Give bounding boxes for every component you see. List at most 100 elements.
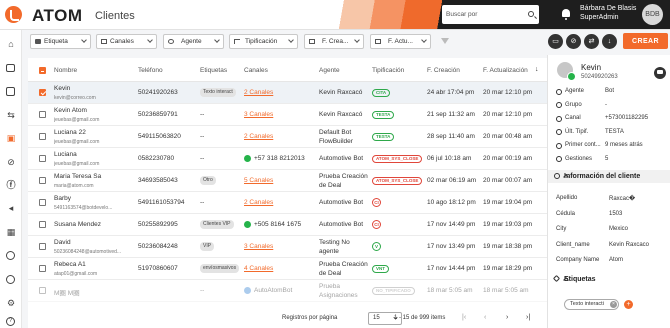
contact-phone: 0582230780: [138, 155, 175, 162]
first-page-icon[interactable]: |‹: [462, 314, 466, 321]
table-row[interactable]: Kevin kevin@correo.com 50241920263 Texto in…: [28, 82, 547, 104]
updated-date: 20 mar 00:19 am: [483, 155, 533, 162]
contact-channels[interactable]: 3 Canales: [244, 243, 314, 250]
table-row[interactable]: Luciana jeuebas@gmail.com 0582230780 -- +57 …: [28, 148, 547, 170]
last-page-icon[interactable]: ›|: [526, 314, 530, 321]
contact-channels[interactable]: 3 Canales: [244, 111, 314, 118]
search-input[interactable]: [446, 8, 524, 21]
contact-agent: Kevin Raxcacó: [319, 89, 363, 96]
contact-name: Luciana 22: [54, 129, 86, 136]
contact-phone: 549115063820: [138, 133, 181, 140]
filter-etiqueta[interactable]: Etiqueta: [30, 34, 91, 49]
col-telefono[interactable]: Teléfono: [138, 67, 163, 74]
table-row[interactable]: Susana Mendez 50255892995 Clientes VIP +505…: [28, 214, 547, 236]
help-icon[interactable]: ?: [6, 317, 15, 326]
contact-channels: +505 8164 1675: [254, 221, 302, 228]
sort-desc-icon[interactable]: ↓: [535, 66, 539, 73]
contact-email: jeuebas@gmail.com: [54, 139, 100, 145]
next-page-icon[interactable]: ›: [506, 314, 508, 321]
clock-icon[interactable]: [6, 275, 15, 284]
row-checkbox[interactable]: [39, 265, 46, 272]
contact-name: Kevin Atom: [54, 107, 87, 114]
field-value: 9 meses atrás: [605, 142, 643, 148]
table-row[interactable]: Rebeca A1 atap01@gmail.com 51970860607 enví…: [28, 258, 547, 280]
search-box[interactable]: [442, 5, 539, 24]
apps-icon[interactable]: ▦: [6, 227, 16, 237]
contact-phone: 5491161053794: [138, 199, 185, 206]
row-checkbox[interactable]: [39, 133, 46, 140]
contact-agent-line2: de Deal: [319, 270, 342, 277]
info-value: Mexico: [609, 226, 629, 232]
chat-bubble-button[interactable]: ▭: [548, 34, 563, 49]
contact-channels[interactable]: 5 Canales: [244, 177, 314, 184]
home-icon[interactable]: ⌂: [6, 39, 16, 49]
contact-channels[interactable]: 2 Canales: [244, 89, 314, 96]
row-checkbox[interactable]: [39, 243, 46, 250]
col-canales[interactable]: Canales: [244, 67, 268, 74]
sync-icon[interactable]: ⇆: [6, 110, 16, 120]
field-label: Primer cont...: [565, 142, 601, 148]
create-button[interactable]: CREAR: [623, 33, 668, 49]
table-row[interactable]: Luciana 22 jeuebas@gmail.com 549115063820 -…: [28, 126, 547, 148]
created-date: 06 jul 10:18 am: [427, 155, 472, 162]
chat-icon[interactable]: [6, 64, 15, 72]
col-nombre[interactable]: Nombre: [54, 67, 77, 74]
col-etiquetas[interactable]: Etiquetas: [200, 67, 227, 74]
col-f-actualizacion[interactable]: F. Actualización: [483, 67, 528, 74]
updated-date: 20 mar 12:10 pm: [483, 111, 533, 118]
prev-page-icon[interactable]: ‹: [484, 314, 486, 321]
contact-agent-line2: agente: [319, 248, 339, 255]
facebook-icon[interactable]: ⓕ: [6, 180, 16, 190]
row-checkbox[interactable]: [39, 111, 46, 118]
block-user-button[interactable]: ⊘: [566, 34, 581, 49]
remove-tag-icon[interactable]: ×: [610, 301, 617, 308]
logo-icon[interactable]: [5, 6, 22, 23]
col-tipificacion[interactable]: Tipificación: [372, 67, 404, 74]
contact-phone: 50255892995: [138, 221, 178, 228]
filter-f-actualizacion-label: F. Actu...: [388, 38, 413, 45]
table-row[interactable]: David 50236084248@automotived... 502360842…: [28, 236, 547, 258]
contact-channels[interactable]: 2 Canales: [244, 199, 314, 206]
col-agente[interactable]: Agente: [319, 67, 340, 74]
transfer-button[interactable]: ⇄: [584, 34, 599, 49]
col-f-creacion[interactable]: F. Creación: [427, 67, 460, 74]
updated-date: 19 mar 19:03 pm: [483, 221, 533, 228]
download-button[interactable]: ↓: [602, 34, 617, 49]
contact-channels[interactable]: 2 Canales: [244, 133, 314, 140]
table-row[interactable]: Barby 5491163574@botdevelo... 549116105379…: [28, 192, 547, 214]
contact-channels[interactable]: 4 Canales: [244, 265, 314, 272]
row-checkbox[interactable]: [39, 89, 46, 96]
funnel-icon[interactable]: [441, 38, 449, 44]
table-row[interactable]: Kevin Atom jeuebas@gmail.com 50236859791 --…: [28, 104, 547, 126]
add-tag-button[interactable]: +: [624, 300, 633, 309]
row-checkbox[interactable]: [39, 177, 46, 184]
select-all-checkbox[interactable]: [39, 67, 46, 74]
megaphone-icon[interactable]: ◂: [6, 203, 16, 213]
filter-canales[interactable]: Canales: [96, 34, 157, 49]
table-icon[interactable]: [6, 87, 15, 96]
client-info-section[interactable]: Información del cliente: [548, 170, 670, 183]
table-row[interactable]: Maria Teresa Sa maria@atom.com 34693585043…: [28, 170, 547, 192]
search-icon[interactable]: [528, 11, 534, 17]
contact-tag: Texto interact: [200, 88, 236, 97]
chevron-down-icon: [147, 37, 153, 43]
chat-icon[interactable]: [654, 67, 666, 79]
tags-section[interactable]: Etiquetas: [548, 273, 670, 286]
filter-f-creacion[interactable]: F. Crea...: [304, 34, 364, 49]
filter-agente[interactable]: Agente: [163, 34, 224, 49]
created-date: 21 sep 11:32 am: [427, 111, 475, 118]
avatar[interactable]: BDB: [642, 4, 663, 25]
row-checkbox[interactable]: [39, 221, 46, 228]
settings-icon[interactable]: ⚙: [6, 298, 16, 308]
table-row[interactable]: M圈 M圈 -- AutoAtomBot Prueba Asignaciones NO_T…: [28, 280, 547, 302]
row-checkbox[interactable]: [39, 155, 46, 162]
bell-icon[interactable]: [562, 9, 570, 20]
globe-icon[interactable]: [6, 251, 15, 260]
no-user-icon[interactable]: ⊘: [6, 157, 16, 167]
filter-tipificacion[interactable]: Tipificación: [229, 34, 298, 49]
filter-f-actualizacion[interactable]: F. Actu...: [370, 34, 431, 49]
contact-channels: +57 318 8212013: [254, 155, 305, 162]
row-checkbox[interactable]: [39, 287, 46, 294]
row-checkbox[interactable]: [39, 199, 46, 206]
contacts-icon[interactable]: ▣: [6, 133, 16, 143]
